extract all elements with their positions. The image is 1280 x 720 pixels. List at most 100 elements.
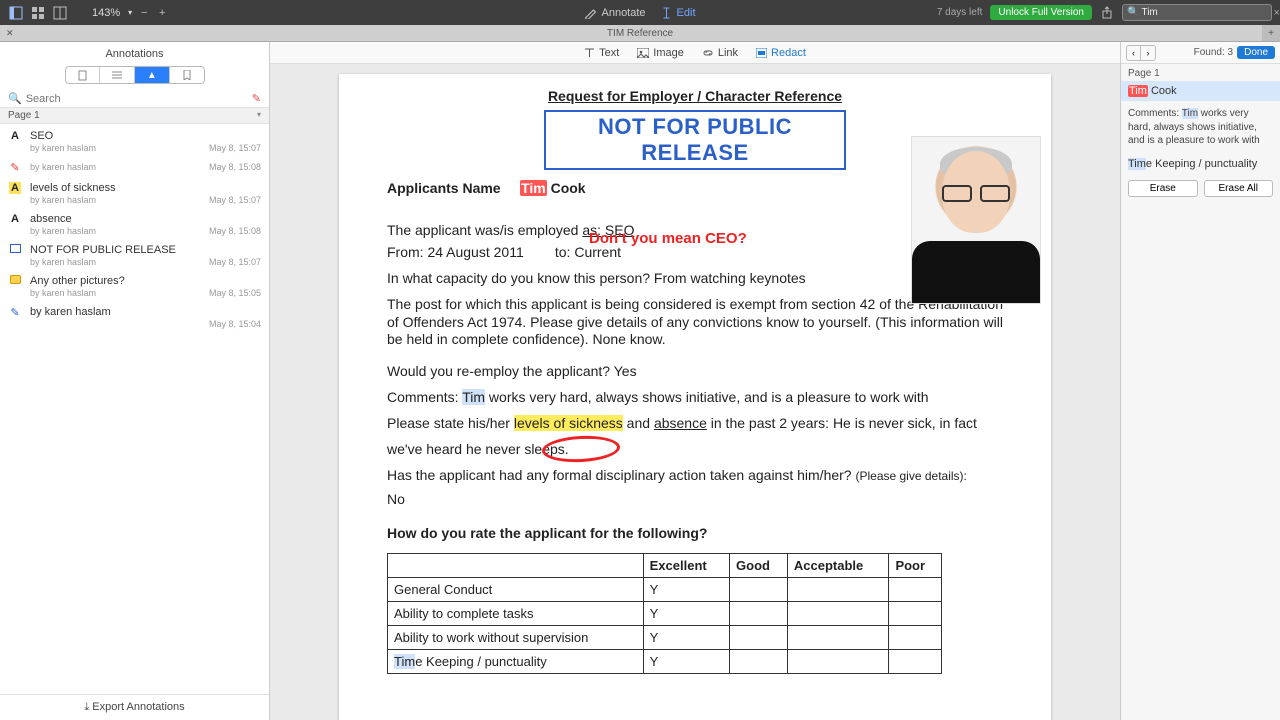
search-result-2[interactable]: Comments: Tim works very hard, always sh… bbox=[1121, 101, 1280, 154]
chevron-down-icon: ▾ bbox=[257, 110, 261, 119]
rating-cell bbox=[730, 625, 788, 649]
chevron-down-icon[interactable]: ▾ bbox=[128, 8, 132, 17]
search-field[interactable]: 🔍 × bbox=[1122, 4, 1272, 21]
rating-label: General Conduct bbox=[388, 577, 644, 601]
annotations-search[interactable] bbox=[26, 93, 248, 105]
tool-text[interactable]: Text bbox=[584, 47, 619, 59]
rating-header: Acceptable bbox=[787, 553, 889, 577]
export-annotations-button[interactable]: ⤓ Export Annotations bbox=[0, 694, 269, 720]
rating-cell: Y bbox=[643, 601, 729, 625]
annotate-mode[interactable]: Annotate bbox=[584, 7, 645, 19]
clear-search-icon[interactable]: × bbox=[1273, 7, 1279, 19]
annotations-sidebar: Annotations ▲ 🔍 ✎ Page 1▾ ASEOby karen h… bbox=[0, 42, 270, 720]
filter-author[interactable]: ▲ bbox=[135, 67, 170, 83]
annotation-type-icon bbox=[8, 244, 22, 267]
rating-cell: Y bbox=[643, 649, 729, 673]
annotation-row[interactable]: NOT FOR PUBLIC RELEASEby karen haslamMay… bbox=[0, 238, 269, 269]
rating-cell bbox=[787, 577, 889, 601]
trial-days-left: 7 days left bbox=[937, 7, 983, 18]
pencil-icon bbox=[584, 7, 596, 19]
tool-image[interactable]: Image bbox=[637, 47, 684, 59]
rating-cell bbox=[730, 577, 788, 601]
annotation-type-icon: A bbox=[8, 130, 22, 153]
annotation-row[interactable]: ASEOby karen haslamMay 8, 15:07 bbox=[0, 124, 269, 155]
zoom-level[interactable]: 143% bbox=[92, 7, 120, 19]
search-icon: 🔍 bbox=[8, 92, 22, 105]
annotation-title: Any other pictures? bbox=[30, 275, 261, 287]
erase-button[interactable]: Erase bbox=[1128, 180, 1198, 197]
annotation-timestamp: May 8, 15:05 bbox=[209, 288, 261, 298]
search-input[interactable] bbox=[1141, 7, 1273, 18]
prev-result-button[interactable]: ‹ bbox=[1127, 46, 1141, 60]
disciplinary-answer: No bbox=[387, 491, 1003, 507]
rating-label: Time Keeping / punctuality bbox=[388, 649, 644, 673]
next-result-button[interactable]: › bbox=[1141, 46, 1155, 60]
annotation-timestamp: May 8, 15:07 bbox=[209, 143, 261, 153]
close-tab-icon[interactable]: ✕ bbox=[6, 28, 14, 39]
annotation-type-icon: ✎ bbox=[8, 161, 22, 174]
rating-cell: Y bbox=[643, 577, 729, 601]
search-result-1[interactable]: Tim Cook bbox=[1121, 81, 1280, 101]
annotation-author: by karen haslam bbox=[30, 226, 96, 236]
annotation-author: by karen haslam bbox=[30, 288, 96, 298]
split-view-icon[interactable] bbox=[52, 5, 68, 21]
filter-list[interactable] bbox=[100, 67, 135, 83]
applicant-first-name: Tim bbox=[520, 180, 547, 196]
annotation-row[interactable]: Alevels of sicknessby karen haslamMay 8,… bbox=[0, 176, 269, 207]
thumbnails-icon[interactable] bbox=[30, 5, 46, 21]
share-icon[interactable] bbox=[1100, 6, 1114, 20]
rating-question: How do you rate the applicant for the fo… bbox=[387, 525, 1003, 541]
annotation-row[interactable]: ✎by karen haslamMay 8, 15:04 bbox=[0, 300, 269, 331]
highlight-levels-of-sickness[interactable]: levels of sickness bbox=[514, 415, 623, 431]
sidebar-resize-handle[interactable] bbox=[267, 42, 272, 720]
annotation-row[interactable]: ✎by karen haslamMay 8, 15:08 bbox=[0, 155, 269, 176]
new-tab-button[interactable]: + bbox=[1262, 25, 1280, 41]
rating-label: Ability to work without supervision bbox=[388, 625, 644, 649]
filter-page[interactable] bbox=[66, 67, 101, 83]
pdf-page[interactable]: Request for Employer / Character Referen… bbox=[339, 74, 1051, 720]
tool-link[interactable]: Link bbox=[702, 47, 738, 59]
search-results-panel: ‹ › Found: 3 Done Page 1 Tim Cook Commen… bbox=[1120, 42, 1280, 720]
annotate-label: Annotate bbox=[601, 7, 645, 19]
results-page-label: Page 1 bbox=[1121, 64, 1280, 81]
underline-absence[interactable]: absence bbox=[654, 415, 707, 431]
search-result-3[interactable]: Time Keeping / punctuality bbox=[1121, 154, 1280, 174]
annotation-timestamp: May 8, 15:08 bbox=[209, 226, 261, 236]
annotation-row[interactable]: Any other pictures?by karen haslam May 8,… bbox=[0, 269, 269, 300]
annotation-author: by karen haslam bbox=[30, 143, 96, 153]
tab-title[interactable]: TIM Reference bbox=[607, 28, 673, 39]
annotation-row[interactable]: Aabsenceby karen haslamMay 8, 15:08 bbox=[0, 207, 269, 238]
edit-toolbar: Text Image Link Redact bbox=[270, 42, 1120, 64]
annotation-title: levels of sickness bbox=[30, 182, 261, 194]
applicant-photo[interactable] bbox=[911, 136, 1041, 304]
results-count: Found: 3 bbox=[1194, 47, 1233, 58]
done-button[interactable]: Done bbox=[1237, 46, 1275, 59]
annotation-author: by karen haslam bbox=[30, 257, 96, 267]
zoom-out-button[interactable]: − bbox=[138, 7, 150, 19]
rating-cell bbox=[889, 649, 942, 673]
annotation-type-icon: A bbox=[8, 182, 22, 205]
unlock-button[interactable]: Unlock Full Version bbox=[990, 5, 1092, 20]
annotation-timestamp: May 8, 15:04 bbox=[209, 319, 261, 329]
tab-strip: ✕ TIM Reference + bbox=[0, 25, 1280, 42]
red-circle-annotation[interactable] bbox=[541, 434, 620, 464]
annotation-draw-icon[interactable]: ✎ bbox=[252, 92, 261, 105]
sidebar-toggle-icon[interactable] bbox=[8, 5, 24, 21]
search-icon: 🔍 bbox=[1127, 7, 1139, 18]
rating-cell bbox=[730, 601, 788, 625]
text-icon bbox=[584, 47, 595, 58]
annotations-page-header[interactable]: Page 1▾ bbox=[0, 107, 269, 124]
search-nav: ‹ › bbox=[1126, 45, 1156, 61]
annotation-author: by karen haslam bbox=[30, 195, 96, 205]
edit-mode[interactable]: Edit bbox=[662, 7, 696, 19]
tool-redact[interactable]: Redact bbox=[756, 47, 806, 59]
annotation-filter-segmented[interactable]: ▲ bbox=[65, 66, 205, 84]
rating-cell bbox=[787, 625, 889, 649]
zoom-in-button[interactable]: + bbox=[156, 7, 168, 19]
erase-all-button[interactable]: Erase All bbox=[1204, 180, 1274, 197]
filter-bookmark[interactable] bbox=[170, 67, 204, 83]
rating-row: General ConductY bbox=[388, 577, 942, 601]
annotation-author: by karen haslam bbox=[30, 162, 96, 172]
stamp-not-for-public-release[interactable]: NOT FOR PUBLIC RELEASE bbox=[544, 110, 846, 170]
rating-table: ExcellentGoodAcceptablePoorGeneral Condu… bbox=[387, 553, 942, 674]
